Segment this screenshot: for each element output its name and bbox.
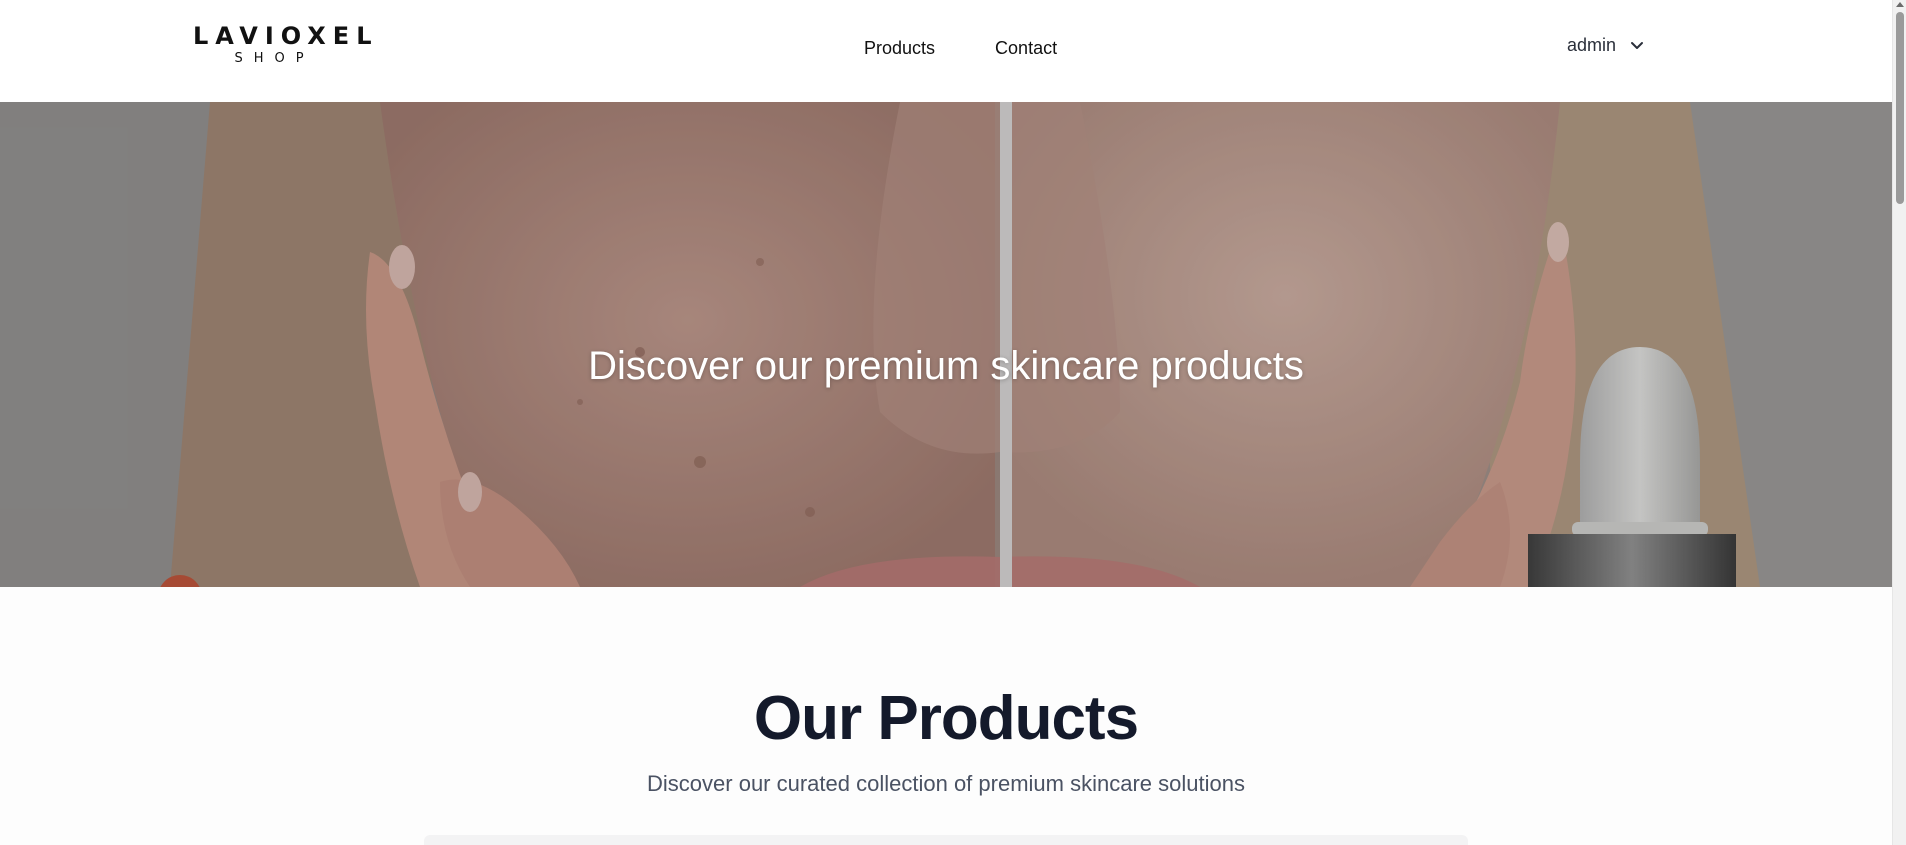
scrollbar-thumb[interactable] [1896,12,1904,204]
product-grid-top [424,835,1468,845]
section-subtitle: Discover our curated collection of premi… [647,771,1245,796]
logo[interactable]: LAVIOXEL SHOP [186,22,379,67]
chevron-down-icon [1631,41,1644,49]
user-menu[interactable]: admin [1567,35,1644,56]
logo-wordmark: LAVIOXEL [193,22,379,50]
logo-subtitle: SHOP [234,51,315,66]
user-name: admin [1567,35,1617,55]
page-scrollbar[interactable] [1892,0,1906,845]
hero-title: Discover our premium skincare products [588,344,1304,388]
hero-banner: Discover our premium skincare products [0,102,1892,587]
section-title: Our Products [753,684,1139,753]
scroll-up-icon[interactable] [1896,2,1904,7]
nav-link-contact[interactable]: Contact [995,37,1057,59]
main-nav: Products Contact [864,37,1057,59]
page: LAVIOXEL SHOP Products Contact admin Dis… [0,0,1906,845]
nav-link-products[interactable]: Products [864,37,935,59]
site-header: LAVIOXEL SHOP Products Contact admin [0,0,1892,102]
